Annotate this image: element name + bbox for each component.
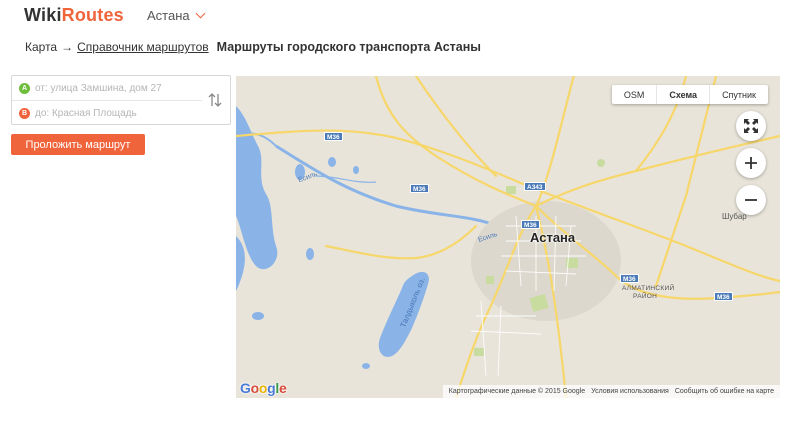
map-data-credit: Картографические данные © 2015 Google — [448, 388, 586, 395]
breadcrumb-arrow: → — [61, 40, 74, 54]
map-canvas[interactable] — [236, 76, 780, 398]
to-input[interactable] — [35, 107, 195, 119]
google-letter: e — [278, 380, 287, 396]
zoom-in-button[interactable] — [736, 148, 766, 178]
point-b-marker-icon: B — [19, 107, 30, 119]
district-label-2: РАЙОН — [633, 293, 658, 300]
logo-text-routes: Routes — [61, 5, 124, 25]
chevron-down-icon — [195, 8, 206, 19]
village-label: Шубар — [722, 212, 747, 221]
road-shield-m36: M36 — [620, 274, 639, 283]
minus-icon — [745, 199, 757, 201]
google-letter: G — [240, 380, 251, 396]
google-logo[interactable]: Google — [240, 380, 287, 396]
fullscreen-icon — [744, 119, 758, 133]
map-attribution: Картографические данные © 2015 Google Ус… — [442, 385, 780, 398]
breadcrumb: Карта → Справочник маршрутов Маршруты го… — [25, 40, 481, 54]
route-form: A B — [11, 75, 231, 125]
wikiroutes-logo[interactable]: WikiRoutes — [24, 5, 124, 26]
map-type-switch: OSM Схема Спутник — [611, 85, 768, 104]
breadcrumb-home-link[interactable]: Карта — [25, 40, 57, 54]
map-type-satellite[interactable]: Спутник — [710, 85, 768, 104]
breadcrumb-directory-link[interactable]: Справочник маршрутов — [77, 40, 209, 54]
point-a-marker-icon: A — [19, 83, 30, 94]
to-row: B — [12, 101, 202, 125]
road-shield-m36: M36 — [324, 132, 343, 141]
map-type-osm[interactable]: OSM — [612, 85, 658, 104]
header: WikiRoutes Астана — [0, 0, 800, 34]
city-label: Астана — [530, 230, 576, 245]
google-letter: o — [258, 380, 268, 396]
city-name: Астана — [147, 8, 190, 23]
road-shield-a343: A343 — [524, 182, 546, 191]
report-error-link[interactable]: Сообщить об ошибке на карте — [675, 388, 774, 395]
map-type-scheme[interactable]: Схема — [657, 85, 711, 104]
road-shield-m36: M36 — [714, 292, 733, 301]
fullscreen-button[interactable] — [736, 111, 766, 141]
plus-icon — [745, 157, 757, 169]
build-route-button[interactable]: Проложить маршрут — [11, 134, 145, 155]
page-title: Маршруты городского транспорта Астаны — [216, 40, 481, 54]
district-label-1: АЛМАТИНСКИЙ — [622, 285, 675, 292]
road-shield-m36: M36 — [410, 184, 429, 193]
zoom-out-button[interactable] — [736, 185, 766, 215]
city-selector[interactable]: Астана — [147, 8, 206, 23]
swap-arrows-icon[interactable] — [205, 90, 225, 110]
google-letter: o — [250, 380, 260, 396]
road-shield-m36: M36 — [521, 220, 540, 229]
logo-text-wiki: Wiki — [24, 5, 62, 25]
terms-link[interactable]: Условия использования — [591, 388, 669, 395]
from-row: A — [12, 77, 202, 101]
from-input[interactable] — [35, 83, 195, 94]
map[interactable]: M36 M36 A343 M36 M36 M36 Астана АЛМАТИНС… — [236, 76, 780, 398]
